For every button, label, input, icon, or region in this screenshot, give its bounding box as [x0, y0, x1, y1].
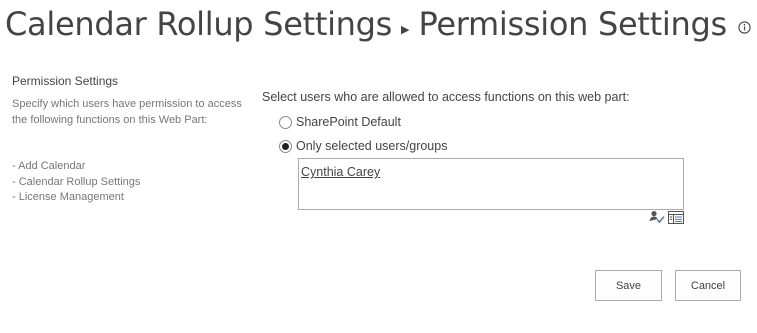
- function-item-add-calendar: - Add Calendar: [12, 160, 86, 172]
- permission-prompt: Select users who are allowed to access f…: [262, 90, 630, 104]
- sharepoint-default-label[interactable]: SharePoint Default: [296, 115, 401, 129]
- section-description: Specify which users have permission to a…: [12, 98, 242, 126]
- radio-selected-dot: [282, 142, 289, 150]
- breadcrumb-calendar-rollup-settings[interactable]: Calendar Rollup Settings: [5, 5, 392, 43]
- option-only-selected-users[interactable]: Only selected users/groups: [279, 139, 447, 153]
- page-title: Calendar Rollup Settings ▶ Permission Se…: [5, 2, 751, 46]
- function-list: - Add Calendar - Calendar Rollup Setting…: [12, 159, 140, 206]
- function-item-calendar-rollup-settings: - Calendar Rollup Settings: [12, 175, 141, 188]
- only-selected-users-label[interactable]: Only selected users/groups: [296, 139, 447, 153]
- browse-directory-icon[interactable]: [668, 210, 684, 229]
- cancel-button[interactable]: Cancel: [675, 270, 741, 301]
- people-picker-input[interactable]: Cynthia Carey: [298, 158, 684, 210]
- breadcrumb-permission-settings: Permission Settings: [418, 5, 728, 43]
- section-title: Permission Settings: [12, 74, 119, 88]
- resolved-user-cynthia-carey[interactable]: Cynthia Carey: [301, 165, 380, 179]
- permission-settings-page: Calendar Rollup Settings ▶ Permission Se…: [0, 0, 757, 333]
- sharepoint-default-radio[interactable]: [279, 115, 292, 129]
- save-button[interactable]: Save: [595, 270, 662, 301]
- only-selected-users-radio[interactable]: [279, 139, 292, 153]
- check-names-icon[interactable]: [649, 210, 665, 229]
- function-item-license-management: - License Management: [12, 191, 124, 203]
- option-sharepoint-default[interactable]: SharePoint Default: [279, 115, 401, 129]
- people-picker-tools: [649, 210, 684, 229]
- info-icon[interactable]: [738, 20, 751, 34]
- arrow-right-icon: ▶: [401, 23, 410, 36]
